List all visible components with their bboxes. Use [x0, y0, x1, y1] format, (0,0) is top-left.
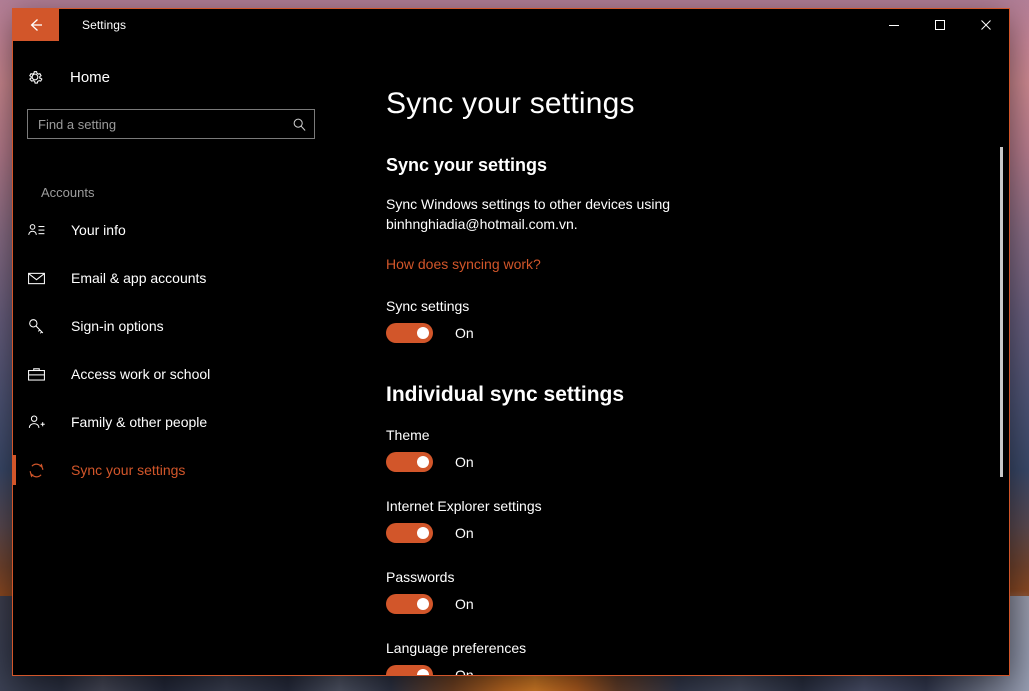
language-preferences-toggle-row: On — [386, 665, 1009, 676]
theme-toggle[interactable] — [386, 452, 433, 472]
section-header: Sync your settings — [386, 155, 548, 175]
user-info-icon — [27, 221, 55, 240]
sidebar-item-label: Email & app accounts — [71, 270, 207, 286]
internet-explorer-settings-toggle[interactable] — [386, 523, 433, 543]
theme-toggle-row: On — [386, 452, 1009, 472]
toggle-knob — [417, 527, 429, 539]
sync-settings-label: Sync settings — [386, 298, 470, 314]
close-icon — [981, 20, 991, 30]
envelope-icon — [27, 269, 55, 288]
language-preferences-toggle[interactable] — [386, 665, 433, 675]
internet-explorer-settings-label: Internet Explorer settings — [386, 498, 542, 514]
window-controls — [871, 9, 1009, 41]
search-box[interactable] — [27, 109, 315, 139]
sidebar-item-family-other-people[interactable]: Family & other people — [13, 398, 346, 446]
sync-settings-toggle[interactable] — [386, 323, 433, 343]
sidebar-item-sign-in-options[interactable]: Sign-in options — [13, 302, 346, 350]
individual-sync-settings-header: Individual sync settings — [386, 383, 625, 406]
sidebar-item-home[interactable]: Home — [13, 59, 346, 95]
how-does-syncing-work-link[interactable]: How does syncing work? — [386, 256, 541, 272]
back-button[interactable] — [13, 9, 59, 41]
sidebar-item-label: Sync your settings — [71, 462, 186, 478]
sidebar-item-label: Your info — [71, 222, 126, 238]
search-icon[interactable] — [284, 117, 314, 132]
close-button[interactable] — [963, 9, 1009, 41]
theme-toggle-state: On — [455, 454, 474, 470]
toggle-knob — [417, 669, 429, 675]
sync-icon — [27, 461, 55, 480]
toggle-knob — [417, 327, 429, 339]
window-body: Home Accounts — [13, 41, 1009, 676]
key-icon — [27, 317, 55, 336]
sidebar-item-label: Family & other people — [71, 414, 208, 430]
toggle-knob — [417, 598, 429, 610]
passwords-toggle[interactable] — [386, 594, 433, 614]
passwords-toggle-row: On — [386, 594, 1009, 614]
minimize-button[interactable] — [871, 9, 917, 41]
title-bar: Settings — [13, 9, 1009, 41]
internet-explorer-settings-toggle-row: On — [386, 523, 1009, 543]
sync-description: Sync Windows settings to other devices u… — [386, 196, 671, 232]
back-arrow-icon — [30, 19, 42, 31]
sidebar-item-label: Sign-in options — [71, 318, 164, 334]
maximize-icon — [935, 20, 945, 30]
sidebar-item-label: Access work or school — [71, 366, 211, 382]
sidebar-item-email-app-accounts[interactable]: Email & app accounts — [13, 254, 346, 302]
passwords-label: Passwords — [386, 569, 455, 585]
sidebar-item-your-info[interactable]: Your info — [13, 206, 346, 254]
briefcase-icon — [27, 365, 55, 384]
minimize-icon — [889, 25, 899, 26]
sidebar-home-label: Home — [70, 68, 111, 86]
language-preferences-label: Language preferences — [386, 640, 527, 656]
window-title: Settings — [82, 18, 127, 32]
theme-label: Theme — [386, 427, 430, 443]
gear-icon — [26, 68, 56, 86]
toggle-knob — [417, 456, 429, 468]
search-input[interactable] — [28, 115, 284, 133]
sidebar-item-sync-your-settings[interactable]: Sync your settings — [13, 446, 346, 494]
sidebar-category-label: Accounts — [41, 185, 95, 200]
sync-settings-toggle-state: On — [455, 325, 474, 341]
settings-window: Settings Home Find a setting Accounts Yo… — [12, 8, 1010, 676]
sync-settings-toggle-row: On — [386, 323, 1009, 343]
scrollbar-track[interactable] — [999, 89, 1005, 669]
main-content: Sync your settings Sync your settings Sy… — [346, 41, 1009, 676]
page-title: Sync your settings — [386, 87, 635, 120]
sidebar: Home Accounts — [13, 41, 346, 675]
scrollbar-thumb[interactable] — [1000, 147, 1003, 477]
passwords-toggle-state: On — [455, 596, 474, 612]
sidebar-item-access-work-or-school[interactable]: Access work or school — [13, 350, 346, 398]
person-add-icon — [27, 413, 55, 432]
maximize-button[interactable] — [917, 9, 963, 41]
language-preferences-toggle-state: On — [455, 667, 474, 676]
internet-explorer-settings-toggle-state: On — [455, 525, 474, 541]
